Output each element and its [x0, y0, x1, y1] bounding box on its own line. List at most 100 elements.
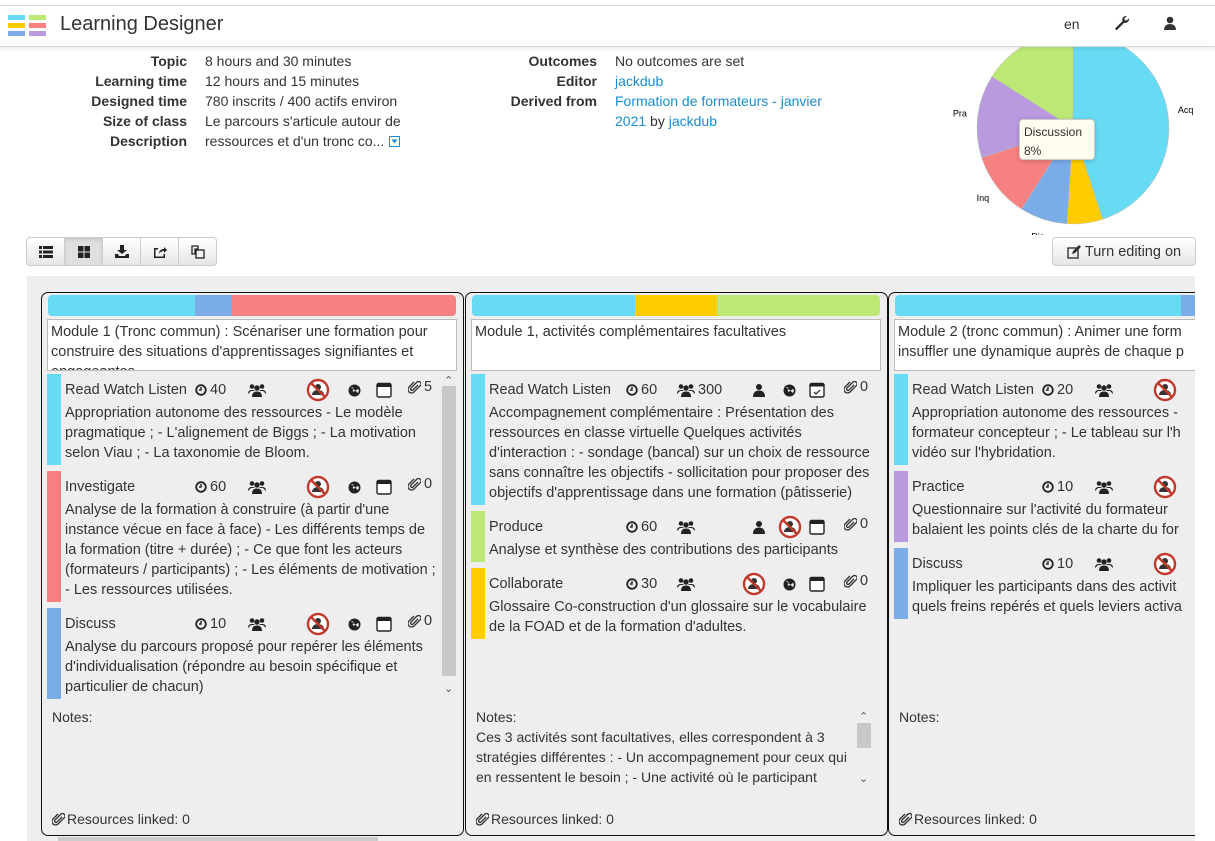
duration: 40	[195, 377, 226, 403]
download-button[interactable]	[102, 237, 141, 266]
attachments[interactable]: 0	[408, 608, 432, 634]
notes-scrollbar[interactable]: ⌃ ⌄	[856, 707, 872, 787]
duration: 10	[1042, 551, 1073, 577]
notes-label: Notes:	[899, 709, 940, 725]
activity-bar-segment	[231, 295, 456, 316]
activity-description: Glossaire Co-construction d'un glossaire…	[489, 599, 867, 635]
activity-color-strip	[894, 471, 908, 542]
module-column[interactable]: Module 1, activités complémentaires facu…	[465, 292, 888, 836]
resources-linked[interactable]: Resources linked: 0	[476, 811, 614, 827]
module-title[interactable]: Module 1 (Tronc commun) : Scénariser une…	[47, 319, 457, 371]
scroll-down-icon[interactable]: ⌄	[444, 682, 453, 695]
activity-card[interactable]: Collaborate 30 0 Glossaire Co-construction …	[471, 568, 881, 639]
detail-label: Designed time	[91, 93, 187, 109]
design-details-left: Topic 8 hours and 30 minutes Learning time…	[60, 51, 401, 151]
module-column[interactable]: Module 1 (Tronc commun) : Scénariser une…	[41, 292, 464, 836]
no-teacher-icon	[1153, 474, 1177, 500]
activity-description: Appropriation autonome des ressources - …	[912, 405, 1181, 461]
activity-bar-segment	[472, 295, 636, 316]
activity-card[interactable]: Investigate 60 0 Analyse de la formation à …	[47, 471, 440, 602]
scroll-down-icon[interactable]: ⌄	[859, 769, 868, 789]
calendar-icon	[376, 611, 392, 637]
no-teacher-icon	[306, 377, 330, 403]
editor-link[interactable]: jackdub	[615, 71, 663, 91]
activity-card[interactable]: Practice 10 Questionnaire sur l'activité d…	[894, 471, 1195, 542]
share-button[interactable]	[140, 237, 179, 266]
clock-icon	[626, 521, 638, 533]
module-title[interactable]: Module 1, activités complémentaires facu…	[471, 319, 881, 371]
derived-from-link[interactable]: Formation de formateurs - janvier	[615, 91, 822, 111]
paperclip-icon	[52, 812, 65, 826]
activity-list-scrollbar[interactable]: ⌃ ⌄	[441, 374, 457, 701]
grid-view-button[interactable]	[64, 237, 103, 266]
online-globe-icon	[783, 377, 796, 403]
module-column[interactable]: Module 2 (tronc commun) : Animer une for…	[888, 292, 1195, 836]
offline-icon	[778, 514, 802, 540]
derived-from-link-cont[interactable]: 2021	[615, 111, 646, 131]
activity-bar-segment	[48, 295, 195, 316]
duration-minutes: 60	[641, 382, 658, 398]
activity-card[interactable]: Read Watch Listen 20 Appropriation autonom…	[894, 374, 1195, 465]
detail-row: Description ressources et d'un tronc co..…	[60, 131, 401, 151]
pie-label: Acq	[1178, 105, 1194, 115]
clock-icon	[1042, 558, 1054, 570]
activity-color-strip	[894, 374, 908, 465]
activity-card[interactable]: Discuss 10 0 Analyse du parcours proposé po…	[47, 608, 440, 699]
group-size	[677, 571, 695, 597]
copy-button[interactable]	[178, 237, 217, 266]
clock-icon	[626, 578, 638, 590]
detail-value: Le parcours s'articule autour de	[205, 113, 401, 129]
paperclip-icon	[408, 380, 421, 394]
logo-icon[interactable]	[8, 15, 46, 37]
group-size	[248, 611, 266, 637]
resources-linked[interactable]: Resources linked: 0	[899, 811, 1037, 827]
scrollbar-thumb[interactable]	[442, 386, 456, 676]
logo-bar	[29, 23, 46, 28]
attachment-count: 5	[424, 379, 433, 395]
notes-section[interactable]: Notes:	[52, 707, 440, 727]
list-view-button[interactable]	[26, 237, 65, 266]
activity-card[interactable]: Discuss 10 Impliquer les participants dans…	[894, 548, 1195, 619]
horizontal-scrollbar[interactable]	[58, 837, 378, 841]
activity-list: Read Watch Listen 60 300 0 Accompagnement co…	[471, 374, 881, 701]
wrench-icon[interactable]	[1114, 15, 1130, 34]
detail-row: Size of class Le parcours s'articule auto…	[60, 111, 401, 131]
detail-label: Description	[109, 133, 187, 149]
expand-description-icon[interactable]	[389, 131, 401, 151]
activity-card[interactable]: Read Watch Listen 60 300 0 Accompagnement co…	[471, 374, 881, 505]
duration-minutes: 10	[1057, 556, 1074, 572]
module-title[interactable]: Module 2 (tronc commun) : Animer une for…	[894, 319, 1195, 371]
derived-author-link[interactable]: jackdub	[669, 111, 717, 131]
group-icon	[248, 383, 266, 397]
turn-editing-on-button[interactable]: Turn editing on	[1052, 237, 1196, 266]
detail-row: Designed time 780 inscrits / 400 actifs e…	[60, 91, 401, 111]
notes-section[interactable]: Notes:	[899, 707, 1195, 727]
attachments[interactable]: 0	[844, 511, 868, 537]
duration: 10	[195, 611, 226, 637]
duration: 60	[195, 474, 226, 500]
notes-section[interactable]: Notes: Ces 3 activités sont facultatives,…	[476, 707, 872, 787]
attachments[interactable]: 5	[408, 374, 432, 400]
notes-text: Ces 3 activités sont facultatives, elles…	[476, 729, 847, 785]
attachments[interactable]: 0	[408, 471, 432, 497]
download-icon	[114, 245, 129, 258]
scrollbar-thumb[interactable]	[857, 723, 871, 748]
group-icon	[677, 383, 695, 397]
share-icon	[153, 245, 167, 258]
activity-card[interactable]: Read Watch Listen 40 5 Appropriation autono…	[47, 374, 440, 465]
derived-from-label: Derived from	[510, 93, 597, 109]
online-globe-icon	[348, 611, 361, 637]
view-toolbar	[26, 237, 217, 266]
attachments[interactable]: 0	[844, 374, 868, 400]
activity-type: Read Watch Listen	[489, 382, 611, 398]
resources-linked-count: Resources linked: 0	[67, 811, 190, 827]
language-selector[interactable]: en	[1064, 16, 1080, 32]
resources-linked[interactable]: Resources linked: 0	[52, 811, 190, 827]
design-details-right: Outcomes No outcomes are set Editor jackdu…	[470, 51, 822, 131]
activity-card[interactable]: Produce 60 0 Analyse et synthèse des contri…	[471, 511, 881, 562]
duration-minutes: 40	[210, 382, 227, 398]
pie-label: Inq	[977, 193, 990, 203]
activity-description: Appropriation autonome des ressources - …	[65, 405, 416, 461]
user-icon[interactable]	[1163, 16, 1177, 33]
attachments[interactable]: 0	[844, 568, 868, 594]
